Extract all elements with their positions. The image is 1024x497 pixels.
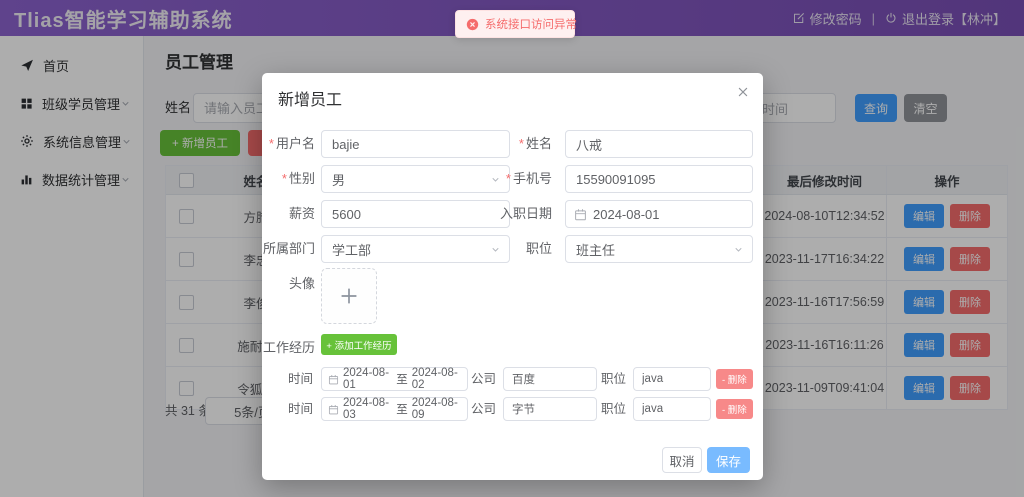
work-company-label: 公司 (471, 397, 499, 421)
position-label: 职位 (492, 235, 552, 263)
remove-work-exp-button[interactable]: - 删除 (716, 399, 753, 419)
position-select[interactable]: 班主任 (565, 235, 753, 263)
department-select[interactable]: 学工部 (321, 235, 510, 263)
work-position-input[interactable] (633, 367, 711, 391)
close-icon[interactable] (736, 85, 750, 99)
calendar-icon (328, 404, 339, 415)
work-position-input[interactable] (633, 397, 711, 421)
entry-date-value: 2024-08-01 (593, 207, 660, 222)
work-company-input[interactable] (503, 367, 597, 391)
chevron-down-icon (733, 244, 744, 255)
work-position-label: 职位 (601, 367, 629, 391)
modal-title: 新增员工 (278, 86, 342, 110)
work-start-date: 2024-08-03 (343, 397, 392, 421)
work-date-separator: 至 (396, 371, 408, 387)
app-root: Tlias智能学习辅助系统 修改密码 | 退出登录【林冲】 首页 (0, 0, 1024, 497)
entry-date-picker[interactable]: 2024-08-01 (565, 200, 753, 228)
calendar-icon (328, 374, 339, 385)
name-label: *姓名 (492, 130, 552, 158)
entry-date-label: 入职日期 (492, 200, 552, 228)
work-end-date: 2024-08-09 (412, 397, 461, 421)
gender-select[interactable]: 男 (321, 165, 510, 193)
salary-input[interactable] (321, 200, 510, 228)
error-circle-icon (466, 18, 479, 31)
cancel-button[interactable]: 取消 (662, 447, 702, 473)
work-position-label: 职位 (601, 397, 629, 421)
save-button[interactable]: 保存 (707, 447, 750, 473)
username-input[interactable] (321, 130, 510, 158)
work-start-date: 2024-08-01 (343, 367, 392, 391)
work-date-range[interactable]: 2024-08-01 至 2024-08-02 (321, 367, 468, 391)
add-work-exp-button[interactable]: + 添加工作经历 (321, 334, 397, 355)
add-employee-modal: 新增员工 *用户名 *姓名 *性别 男 *手机号 薪资 入职日期 (262, 73, 763, 480)
work-time-label: 时间 (262, 367, 313, 391)
work-company-input[interactable] (503, 397, 597, 421)
department-value: 学工部 (332, 240, 371, 259)
work-exp-label: 工作经历 (262, 334, 315, 362)
error-toast: 系统接口访问异常 (455, 10, 575, 38)
toast-message: 系统接口访问异常 (485, 16, 577, 32)
department-label: 所属部门 (262, 235, 315, 263)
work-company-label: 公司 (471, 367, 499, 391)
salary-label: 薪资 (262, 200, 315, 228)
plus-icon (336, 283, 362, 309)
work-date-separator: 至 (396, 401, 408, 417)
gender-value: 男 (332, 170, 345, 189)
name-input[interactable] (565, 130, 753, 158)
calendar-icon (574, 208, 587, 221)
remove-work-exp-button[interactable]: - 删除 (716, 369, 753, 389)
work-end-date: 2024-08-02 (412, 367, 461, 391)
username-label: *用户名 (262, 130, 315, 158)
avatar-label: 头像 (262, 270, 315, 298)
gender-label: *性别 (262, 165, 315, 193)
work-date-range[interactable]: 2024-08-03 至 2024-08-09 (321, 397, 468, 421)
phone-input[interactable] (565, 165, 753, 193)
avatar-upload[interactable] (321, 268, 377, 324)
phone-label: *手机号 (492, 165, 552, 193)
position-value: 班主任 (576, 240, 615, 259)
work-time-label: 时间 (262, 397, 313, 421)
